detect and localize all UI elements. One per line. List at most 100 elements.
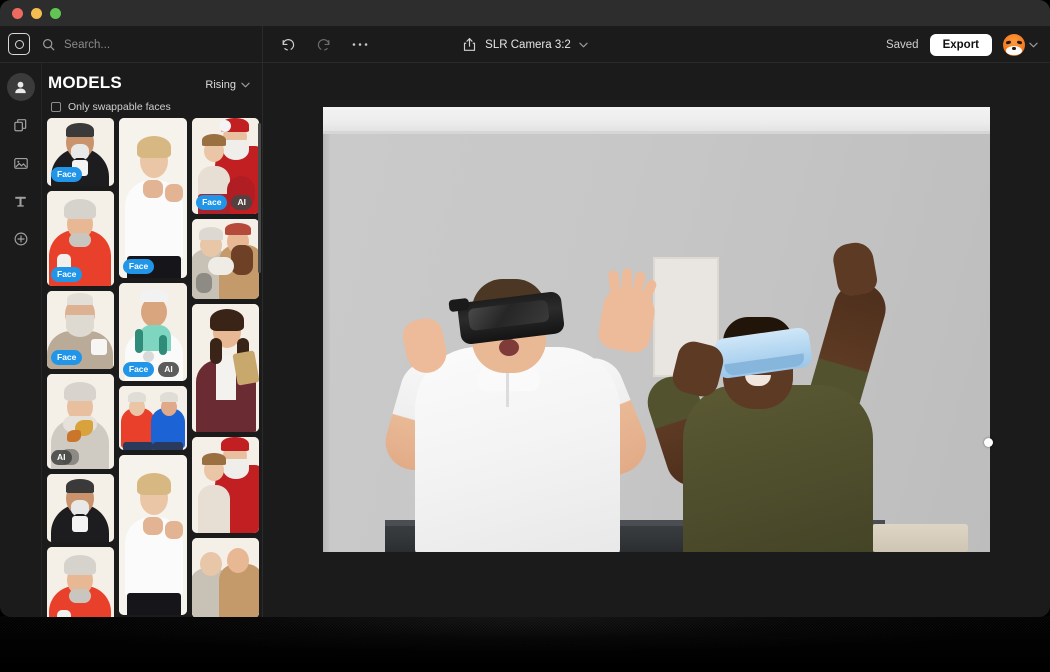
toolbar-right-group: Saved Export <box>886 26 1038 63</box>
chevron-down-icon[interactable] <box>579 42 588 48</box>
model-card[interactable] <box>47 474 114 542</box>
vr-photoshoot-scene <box>323 107 990 552</box>
zipper <box>506 371 509 407</box>
model-card[interactable] <box>192 538 259 617</box>
image-icon <box>13 157 28 169</box>
badge-group: Face <box>122 259 155 274</box>
models-column-3: Face AI <box>192 118 259 617</box>
person-icon <box>15 81 26 93</box>
maximize-window-button[interactable] <box>50 8 61 19</box>
traffic-lights <box>12 8 61 19</box>
model-card[interactable]: Face AI <box>118 283 188 381</box>
main-toolbar: SLR Camera 3:2 Saved Export <box>0 26 1050 63</box>
sort-dropdown[interactable]: Rising <box>205 79 250 91</box>
model-card[interactable] <box>118 455 188 615</box>
torso-olive-sweatshirt <box>683 385 873 552</box>
avatar[interactable] <box>1003 33 1025 56</box>
status-badge-face: Face <box>51 267 83 282</box>
export-button[interactable]: Export <box>929 33 992 56</box>
app-logo-icon[interactable] <box>8 33 30 55</box>
right-resize-handle[interactable] <box>984 438 993 447</box>
page-title: MODELS <box>48 73 122 92</box>
avatar-nose <box>1012 46 1016 50</box>
vr-visor-glass <box>467 299 550 332</box>
sidebar-item-text[interactable] <box>7 187 35 215</box>
models-panel-header: MODELS Rising Only swappable faces <box>42 63 262 113</box>
plus-circle-icon <box>14 232 27 246</box>
model-card[interactable] <box>192 437 259 533</box>
canvas-area[interactable] <box>263 63 1050 617</box>
save-status-label: Saved <box>885 38 919 51</box>
badge-group: Face AI <box>196 195 252 210</box>
sidebar-scrollbar-thumb[interactable] <box>258 123 261 273</box>
model-thumbnail <box>47 474 114 542</box>
status-badge-face: Face <box>196 195 228 210</box>
chevron-down-icon[interactable] <box>1029 42 1038 48</box>
model-thumbnail <box>118 118 188 278</box>
model-card[interactable]: Face <box>47 291 114 369</box>
badge-group: Face AI <box>122 362 179 377</box>
search-icon <box>43 39 55 51</box>
status-badge-face: Face <box>51 350 83 365</box>
badge-group: Face <box>51 167 83 182</box>
status-badge-ai: AI <box>231 195 252 210</box>
more-options-icon[interactable] <box>347 32 373 58</box>
model-card[interactable]: Face <box>47 118 114 186</box>
avatar-eye-right <box>1016 39 1023 45</box>
raised-hand <box>830 239 880 299</box>
subject-man-olive-sweatshirt <box>623 225 953 552</box>
sidebar-item-layers[interactable] <box>7 111 35 139</box>
redo-icon[interactable] <box>311 32 337 58</box>
open-mouth <box>499 339 519 356</box>
close-window-button[interactable] <box>12 8 23 19</box>
status-badge-face: Face <box>122 259 155 274</box>
copy-layers-icon <box>14 118 27 131</box>
model-card[interactable] <box>192 304 259 432</box>
model-thumbnail <box>192 437 259 533</box>
search-area <box>42 26 234 63</box>
status-badge-face: Face <box>122 362 155 377</box>
minimize-window-button[interactable] <box>31 8 42 19</box>
model-card[interactable]: Face AI <box>192 118 259 214</box>
undo-icon[interactable] <box>275 32 301 58</box>
model-thumbnail <box>192 304 259 432</box>
sidebar-item-add[interactable] <box>7 225 35 253</box>
app-logo-inner-circle <box>14 39 24 49</box>
avatar-eye-left <box>1005 39 1012 45</box>
artboard[interactable] <box>323 107 990 552</box>
model-thumbnail <box>47 547 114 617</box>
model-thumbnail <box>192 538 259 617</box>
vr-strap <box>448 297 470 313</box>
status-badge-ai: AI <box>51 450 72 465</box>
window-titlebar <box>0 0 1050 26</box>
sidebar-item-images[interactable] <box>7 149 35 177</box>
ceiling <box>323 107 990 131</box>
document-name[interactable]: SLR Camera 3:2 <box>485 39 571 51</box>
share-export-icon[interactable] <box>462 37 477 52</box>
edit-tools-group <box>275 26 373 63</box>
badge-group: Face <box>51 267 83 282</box>
model-card[interactable]: Face <box>118 118 188 278</box>
account-menu[interactable] <box>1003 33 1038 56</box>
toolbar-divider <box>262 26 263 63</box>
wall-corner <box>323 134 330 552</box>
sidebar-item-models[interactable] <box>6 73 35 101</box>
swappable-faces-checkbox[interactable] <box>51 102 61 112</box>
swappable-faces-filter[interactable]: Only swappable faces <box>48 101 250 113</box>
model-thumbnail <box>118 455 188 615</box>
model-thumbnail <box>118 386 188 450</box>
swappable-faces-label: Only swappable faces <box>68 101 171 113</box>
sidebar-scrollbar[interactable] <box>258 123 261 611</box>
models-grid[interactable]: Face Face Face AI Face Face AI Face AI <box>47 118 259 617</box>
subject-man-white-shirt <box>375 268 665 552</box>
models-panel: MODELS Rising Only swappable faces Face … <box>42 63 263 617</box>
model-card[interactable] <box>47 547 114 617</box>
model-card[interactable]: Face <box>47 191 114 286</box>
search-input[interactable] <box>64 38 234 51</box>
model-card[interactable]: AI <box>47 374 114 469</box>
model-card[interactable] <box>192 219 259 299</box>
model-card[interactable] <box>118 386 188 450</box>
window-shadow-dither <box>0 616 1050 672</box>
model-thumbnail <box>192 219 259 299</box>
tool-rail <box>0 63 42 617</box>
